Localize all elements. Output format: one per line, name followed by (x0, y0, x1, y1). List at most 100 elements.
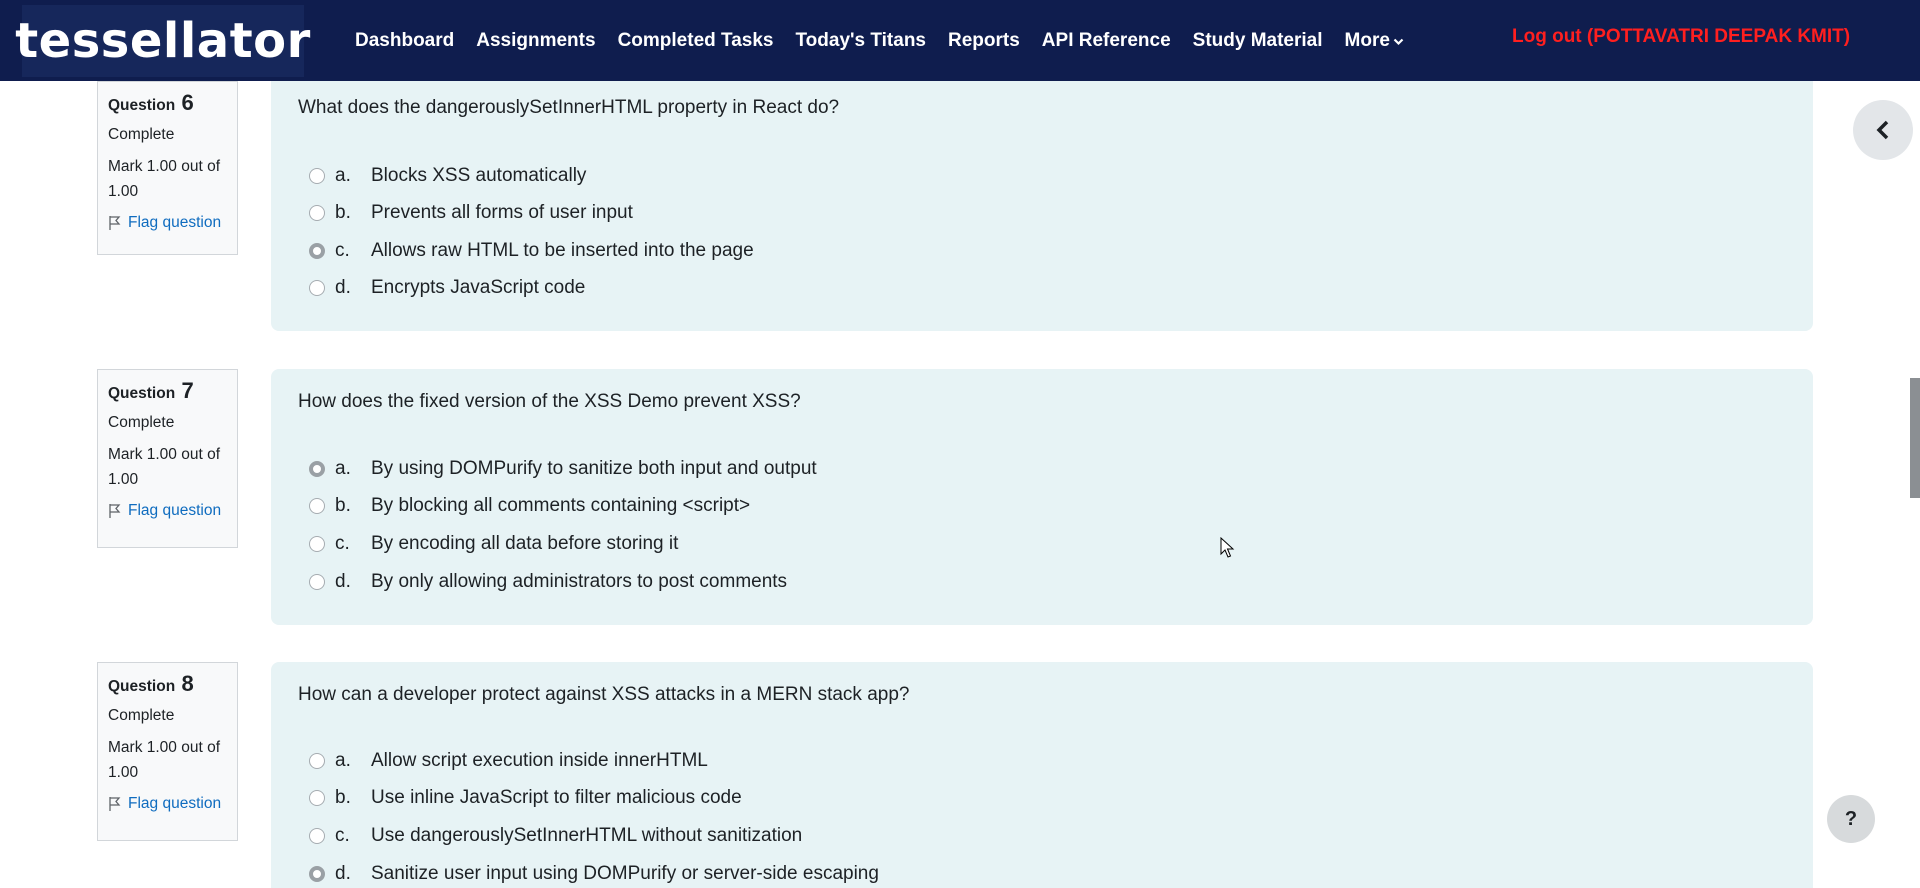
main-nav: Dashboard Assignments Completed Tasks To… (355, 0, 1426, 81)
question-label: Question (108, 678, 176, 695)
radio-button-selected[interactable] (309, 461, 325, 477)
radio-button[interactable] (309, 790, 325, 806)
radio-button[interactable] (309, 574, 325, 590)
question-content: What does the dangerouslySetInnerHTML pr… (271, 81, 1813, 331)
question-state: Complete (108, 414, 175, 431)
option-letter: d. (335, 277, 351, 298)
question-text: How can a developer protect against XSS … (298, 684, 910, 705)
answer-option-a[interactable]: a. Blocks XSS automatically (309, 165, 586, 187)
option-text: Encrypts JavaScript code (371, 277, 586, 298)
site-logo[interactable]: tessellator (15, 5, 310, 77)
chevron-down-icon (1393, 38, 1404, 45)
option-letter: a. (335, 165, 351, 186)
option-text: Use dangerouslySetInnerHTML without sani… (371, 825, 803, 846)
flag-question-link[interactable]: Flag question (108, 502, 227, 520)
flag-question-link[interactable]: Flag question (108, 214, 227, 232)
answer-option-c[interactable]: c. Allows raw HTML to be inserted into th… (309, 240, 754, 262)
option-letter: c. (335, 533, 350, 554)
question-info-panel: Question 7 Complete Mark 1.00 out of 1.0… (97, 369, 238, 548)
mouse-cursor-icon (1220, 537, 1235, 558)
question-text: What does the dangerouslySetInnerHTML pr… (298, 97, 840, 118)
option-letter: d. (335, 863, 351, 884)
option-text: By using DOMPurify to sanitize both inpu… (371, 458, 817, 479)
answer-option-a[interactable]: a. By using DOMPurify to sanitize both in… (309, 458, 817, 480)
logo-text: tessellator (15, 13, 311, 69)
flag-question-link[interactable]: Flag question (108, 795, 227, 813)
radio-button[interactable] (309, 753, 325, 769)
question-content: How does the fixed version of the XSS De… (271, 369, 1813, 625)
drawer-toggle-button[interactable] (1853, 100, 1913, 160)
question-number: 6 (181, 90, 194, 115)
option-letter: b. (335, 787, 351, 808)
question-state: Complete (108, 707, 175, 724)
question-grade: Mark 1.00 out of 1.00 (108, 739, 221, 781)
question-label: Question (108, 97, 176, 114)
flag-question-label: Flag question (128, 795, 222, 812)
answer-option-b[interactable]: b. Use inline JavaScript to filter malici… (309, 787, 742, 809)
question-grade: Mark 1.00 out of 1.00 (108, 446, 221, 488)
question-state: Complete (108, 126, 175, 143)
option-text: Allow script execution inside innerHTML (371, 750, 708, 771)
nav-dashboard[interactable]: Dashboard (355, 30, 454, 52)
help-label: ? (1844, 807, 1858, 830)
question-info-panel: Question 8 Complete Mark 1.00 out of 1.0… (97, 662, 238, 841)
answer-option-b[interactable]: b. By blocking all comments containing <s… (309, 495, 750, 517)
radio-button[interactable] (309, 536, 325, 552)
nav-more[interactable]: More (1345, 30, 1404, 52)
answer-option-d[interactable]: d. Encrypts JavaScript code (309, 277, 585, 299)
question-label: Question (108, 385, 176, 402)
flag-icon (109, 216, 121, 230)
radio-button[interactable] (309, 280, 325, 296)
nav-assignments[interactable]: Assignments (476, 30, 595, 52)
nav-api-reference[interactable]: API Reference (1042, 30, 1171, 52)
flag-question-label: Flag question (128, 502, 222, 519)
option-text: By blocking all comments containing <scr… (371, 495, 751, 516)
chevron-left-icon (1876, 120, 1889, 140)
option-text: Use inline JavaScript to filter maliciou… (371, 787, 742, 808)
radio-button[interactable] (309, 168, 325, 184)
option-text: Prevents all forms of user input (371, 202, 633, 223)
question-heading: Question 6 (108, 90, 227, 116)
answer-option-d[interactable]: d. By only allowing administrators to pos… (309, 571, 787, 593)
answer-option-a[interactable]: a. Allow script execution inside innerHTM… (309, 750, 708, 772)
question-number: 8 (181, 671, 194, 696)
page-scrollbar-thumb[interactable] (1910, 378, 1920, 498)
option-letter: c. (335, 240, 350, 261)
radio-button[interactable] (309, 828, 325, 844)
answer-option-c[interactable]: c. By encoding all data before storing it (309, 533, 678, 555)
top-navbar: tessellator Dashboard Assignments Comple… (0, 0, 1920, 81)
option-letter: b. (335, 202, 351, 223)
question-heading: Question 7 (108, 378, 227, 404)
radio-button[interactable] (309, 498, 325, 514)
question-grade: Mark 1.00 out of 1.00 (108, 158, 221, 200)
answer-option-b[interactable]: b. Prevents all forms of user input (309, 202, 633, 224)
option-letter: a. (335, 750, 351, 771)
flag-icon (109, 797, 121, 811)
option-text: Sanitize user input using DOMPurify or s… (371, 863, 879, 884)
option-text: By encoding all data before storing it (371, 533, 679, 554)
option-text: Allows raw HTML to be inserted into the … (371, 240, 754, 261)
answer-option-c[interactable]: c. Use dangerouslySetInnerHTML without sa… (309, 825, 802, 847)
nav-completed-tasks[interactable]: Completed Tasks (618, 30, 774, 52)
question-info-panel: Question 6 Complete Mark 1.00 out of 1.0… (97, 81, 238, 255)
question-content: How can a developer protect against XSS … (271, 662, 1813, 888)
radio-button[interactable] (309, 205, 325, 221)
radio-button-selected[interactable] (309, 866, 325, 882)
radio-button-selected[interactable] (309, 243, 325, 259)
option-text: Blocks XSS automatically (371, 165, 587, 186)
flag-icon (109, 504, 121, 518)
help-button[interactable]: ? (1827, 795, 1875, 843)
option-letter: d. (335, 571, 351, 592)
question-number: 7 (181, 378, 194, 403)
logout-link[interactable]: Log out (POTTAVATRI DEEPAK KMIT) (1512, 26, 1850, 48)
answer-option-d[interactable]: d. Sanitize user input using DOMPurify or… (309, 863, 879, 885)
question-text: How does the fixed version of the XSS De… (298, 391, 801, 412)
nav-study-material[interactable]: Study Material (1193, 30, 1323, 52)
nav-reports[interactable]: Reports (948, 30, 1020, 52)
option-letter: a. (335, 458, 351, 479)
flag-question-label: Flag question (128, 214, 222, 231)
question-heading: Question 8 (108, 671, 227, 697)
option-letter: c. (335, 825, 350, 846)
nav-todays-titans[interactable]: Today's Titans (795, 30, 926, 52)
nav-more-label: More (1344, 29, 1390, 51)
